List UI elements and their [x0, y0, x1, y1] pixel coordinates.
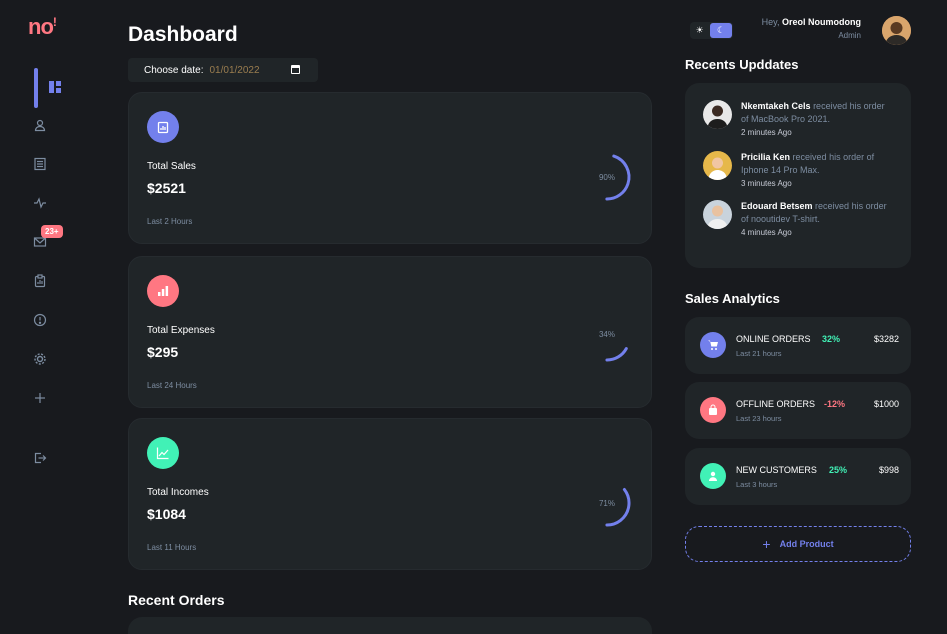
- date-value[interactable]: 01/01/2022: [210, 65, 260, 76]
- card-amount: $2521: [147, 180, 186, 196]
- analytics-value: $998: [878, 465, 899, 475]
- card-amount: $1084: [147, 506, 186, 522]
- logout-icon: [34, 452, 47, 464]
- sidebar-item-products[interactable]: [0, 270, 80, 292]
- bar-chart-icon: [158, 286, 169, 296]
- updates-panel: Nkemtakeh Cels received his order of Mac…: [685, 83, 911, 268]
- analytics-offline-orders[interactable]: OFFLINE ORDERS Last 23 hours -12% $1000: [685, 382, 911, 439]
- sidebar-item-customers[interactable]: [0, 114, 80, 136]
- progress-ring: 90%: [581, 151, 633, 203]
- sidebar-item-dashboard[interactable]: [0, 68, 80, 108]
- analytics-new-customers[interactable]: NEW CUSTOMERS Last 3 hours 25% $998: [685, 448, 911, 505]
- avatar[interactable]: [882, 16, 911, 45]
- analytics-sub: Last 3 hours: [736, 480, 778, 489]
- analytics-name: ONLINE ORDERS: [736, 334, 811, 344]
- recent-orders-table: [128, 617, 652, 634]
- card-total-expenses: Total Expenses $295 Last 24 Hours 34%: [128, 256, 652, 408]
- analytics-icon-bg: [700, 397, 726, 423]
- person-icon: [709, 471, 717, 481]
- gear-icon: [34, 353, 46, 365]
- progress-ring: 71%: [581, 477, 633, 529]
- bag-icon: [709, 404, 717, 415]
- grid-icon: [49, 81, 61, 93]
- brand-logo[interactable]: no!: [28, 14, 57, 40]
- update-time: 2 minutes Ago: [741, 128, 792, 137]
- analytics-value: $1000: [873, 399, 899, 409]
- plus-icon: +: [762, 536, 771, 552]
- avatar: [703, 151, 732, 180]
- update-text: Nkemtakeh Cels received his order of Mac…: [741, 101, 885, 124]
- page-title: Dashboard: [128, 23, 238, 46]
- cart-icon: [708, 340, 718, 350]
- receipt-icon: [34, 157, 46, 171]
- analytics-value: $3282: [873, 334, 899, 344]
- sidebar-item-logout[interactable]: [0, 447, 80, 469]
- analytics-icon-bg: [700, 332, 726, 358]
- alert-icon: [33, 313, 47, 327]
- card-total-sales: Total Sales $2521 Last 2 Hours 90%: [128, 92, 652, 244]
- calendar-icon[interactable]: [291, 65, 300, 74]
- date-label: Choose date:: [144, 64, 204, 76]
- recent-orders-title: Recent Orders: [128, 592, 225, 608]
- profile-greeting: Hey, Oreol Noumodong: [761, 17, 861, 27]
- pulse-icon: [34, 197, 46, 209]
- analytics-title: Sales Analytics: [685, 291, 780, 306]
- plus-icon: [35, 393, 45, 403]
- analytics-icon-bg: [700, 463, 726, 489]
- analytics-online-orders[interactable]: ONLINE ORDERS Last 21 hours 32% $3282: [685, 317, 911, 374]
- card-total-incomes: Total Incomes $1084 Last 11 Hours 71%: [128, 418, 652, 570]
- update-text: Edouard Betsem received his order of noo…: [741, 201, 887, 224]
- progress-percent: 34%: [598, 330, 615, 339]
- analytics-percent: 25%: [829, 465, 848, 475]
- sidebar-item-analytics[interactable]: [0, 192, 80, 214]
- update-time: 3 minutes Ago: [741, 179, 792, 188]
- card-amount: $295: [147, 344, 179, 360]
- analytics-sub: Last 21 hours: [736, 349, 782, 358]
- profile-name: Oreol Noumodong: [782, 17, 861, 27]
- progress-ring: 34%: [581, 312, 633, 364]
- avatar: [703, 100, 732, 129]
- update-time: 4 minutes Ago: [741, 228, 792, 237]
- profile-role: Admin: [838, 31, 861, 40]
- card-icon-bg: [147, 111, 179, 143]
- sidebar-item-reports[interactable]: [0, 309, 80, 331]
- sidebar: no! 23+: [0, 0, 80, 634]
- date-picker[interactable]: Choose date: 01/01/2022: [128, 58, 318, 82]
- active-indicator: [34, 68, 38, 108]
- analytics-percent: 32%: [822, 334, 841, 344]
- analytics-name: NEW CUSTOMERS: [736, 465, 817, 475]
- card-footer: Last 24 Hours: [147, 381, 197, 390]
- add-product-button[interactable]: + Add Product: [685, 526, 911, 562]
- clipboard-chart-icon: [157, 121, 169, 134]
- analytics-sub: Last 23 hours: [736, 414, 782, 423]
- card-title: Total Incomes: [147, 487, 209, 498]
- sidebar-item-orders[interactable]: [0, 153, 80, 175]
- updates-title: Recents Upddates: [685, 57, 799, 72]
- clipboard-icon: [34, 274, 46, 288]
- card-title: Total Sales: [147, 161, 196, 172]
- messages-badge: 23+: [41, 225, 63, 238]
- progress-percent: 71%: [598, 498, 615, 508]
- sun-icon[interactable]: ☀: [693, 24, 706, 37]
- sidebar-item-settings[interactable]: [0, 348, 80, 370]
- card-footer: Last 11 Hours: [147, 543, 197, 552]
- card-icon-bg: [147, 275, 179, 307]
- card-title: Total Expenses: [147, 325, 215, 336]
- add-product-label: Add Product: [779, 539, 834, 549]
- avatar: [703, 200, 732, 229]
- update-text: Pricilia Ken received his order of Iphon…: [741, 152, 875, 175]
- card-footer: Last 2 Hours: [147, 217, 193, 226]
- analytics-name: OFFLINE ORDERS: [736, 399, 816, 409]
- analytics-percent: -12%: [824, 399, 846, 409]
- theme-toggle[interactable]: ☀ ☾: [690, 22, 733, 39]
- sidebar-item-add[interactable]: [0, 387, 80, 409]
- sidebar-item-messages[interactable]: 23+: [0, 225, 80, 253]
- progress-percent: 90%: [598, 172, 615, 182]
- user-icon: [34, 119, 46, 132]
- moon-icon[interactable]: ☾: [710, 23, 732, 38]
- line-chart-icon: [156, 447, 169, 460]
- card-icon-bg: [147, 437, 179, 469]
